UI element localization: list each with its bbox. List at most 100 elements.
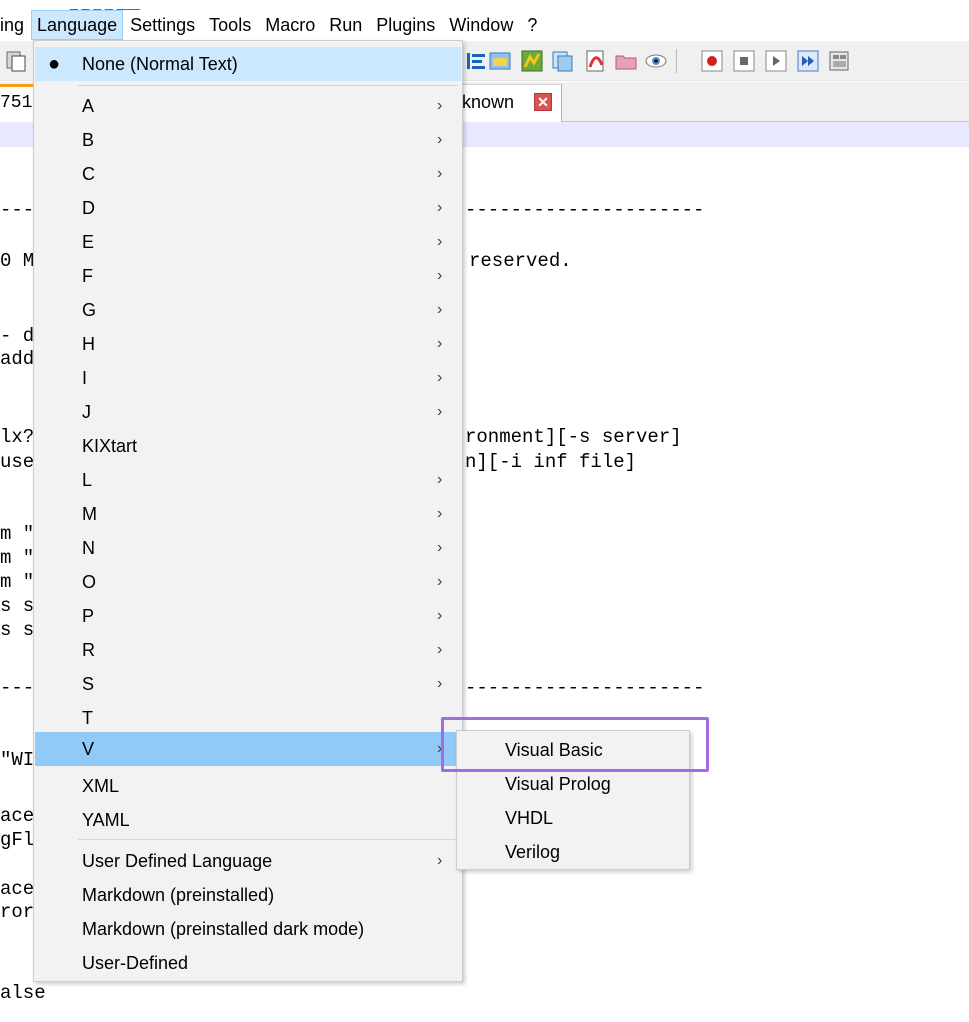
submenu-item-label: VHDL	[505, 808, 554, 828]
menu-item-label: V	[82, 739, 95, 759]
menu-window[interactable]: Window	[442, 10, 520, 40]
menu-separator	[78, 839, 458, 840]
submenu-item-visual-prolog[interactable]: Visual Prolog	[458, 767, 688, 801]
menu-item-h[interactable]: H ›	[35, 327, 461, 361]
menu-item-m[interactable]: M ›	[35, 497, 461, 531]
code-line: ---------------------	[465, 199, 705, 221]
menu-item-d[interactable]: D ›	[35, 191, 461, 225]
code-line: gFl	[0, 829, 35, 851]
submenu-arrow-icon: ›	[437, 199, 443, 216]
submenu-arrow-icon: ›	[437, 852, 443, 869]
menu-item-label: H	[82, 334, 95, 354]
code-line: 0 M	[0, 250, 35, 272]
toolbar-separator	[676, 49, 677, 73]
code-line: ronment][-s server]	[465, 426, 682, 448]
code-line: n][-i inf file]	[465, 451, 637, 473]
menu-item-f[interactable]: F ›	[35, 259, 461, 293]
submenu-item-vhdl[interactable]: VHDL	[458, 801, 688, 835]
menu-item-markdown-preinstalled[interactable]: Markdown (preinstalled)	[35, 878, 461, 912]
menu-item-n[interactable]: N ›	[35, 531, 461, 565]
submenu-arrow-icon: ›	[437, 505, 443, 522]
menu-item-i[interactable]: I ›	[35, 361, 461, 395]
menu-help[interactable]: ?	[520, 10, 544, 40]
monitoring-icon[interactable]	[584, 49, 608, 73]
code-line: ace	[0, 878, 35, 900]
folder-workspace-icon[interactable]	[550, 49, 574, 73]
indent-guide-icon[interactable]	[464, 49, 488, 73]
submenu-item-label: Visual Prolog	[505, 774, 611, 794]
menu-item-o[interactable]: O ›	[35, 565, 461, 599]
menu-item-s[interactable]: S ›	[35, 667, 461, 701]
code-line: ror	[0, 901, 35, 923]
function-list-icon[interactable]	[520, 49, 544, 73]
record-macro-icon[interactable]	[700, 49, 724, 73]
menu-item-g[interactable]: G ›	[35, 293, 461, 327]
menu-item-user-defined-language[interactable]: User Defined Language ›	[35, 844, 461, 878]
submenu-arrow-icon: ›	[437, 641, 443, 658]
menu-bar: ing Language Settings Tools Macro Run Pl…	[0, 10, 969, 40]
selected-bullet-icon: ●	[47, 53, 61, 75]
menu-item-label: YAML	[82, 810, 130, 830]
menu-settings[interactable]: Settings	[123, 10, 202, 40]
submenu-arrow-icon: ›	[437, 267, 443, 284]
menu-item-label: J	[82, 402, 91, 422]
doc-map-icon[interactable]	[488, 49, 512, 73]
menu-plugins[interactable]: Plugins	[369, 10, 442, 40]
submenu-arrow-icon: ›	[437, 301, 443, 318]
code-line: use	[0, 451, 35, 473]
menu-item-label: R	[82, 640, 95, 660]
menu-encoding[interactable]: ing	[0, 10, 31, 40]
paste-icon[interactable]	[4, 49, 28, 73]
eye-icon[interactable]	[644, 49, 668, 73]
language-menu: ● None (Normal Text) A › B › C › D › E › F › G…	[33, 40, 463, 982]
tab-file-1[interactable]: 751f	[0, 84, 43, 122]
menu-item-markdown-dark-mode[interactable]: Markdown (preinstalled dark mode)	[35, 912, 461, 946]
menu-tools[interactable]: Tools	[202, 10, 258, 40]
menu-separator	[78, 85, 458, 86]
save-macro-icon[interactable]	[828, 49, 852, 73]
menu-language[interactable]: Language	[31, 10, 124, 40]
code-line: alse	[0, 982, 46, 1004]
menu-item-e[interactable]: E ›	[35, 225, 461, 259]
menu-item-label: F	[82, 266, 93, 286]
code-line: - d	[0, 325, 35, 347]
menu-item-label: Markdown (preinstalled)	[82, 885, 275, 905]
submenu-arrow-icon: ›	[437, 369, 443, 386]
stop-recording-icon[interactable]	[732, 49, 756, 73]
code-line: m "	[0, 571, 35, 593]
menu-item-yaml[interactable]: YAML	[35, 803, 461, 837]
close-tab-icon[interactable]: ✕	[534, 93, 552, 111]
menu-item-l[interactable]: L ›	[35, 463, 461, 497]
submenu-arrow-icon: ›	[437, 573, 443, 590]
menu-item-label: B	[82, 130, 95, 150]
menu-item-a[interactable]: A ›	[35, 89, 461, 123]
code-line: add	[0, 348, 35, 370]
menu-item-label: D	[82, 198, 95, 218]
menu-item-t[interactable]: T	[35, 701, 461, 735]
menu-item-label: G	[82, 300, 97, 320]
code-line: m "	[0, 547, 35, 569]
menu-item-none-normal-text[interactable]: ● None (Normal Text)	[35, 47, 461, 81]
submenu-arrow-icon: ›	[437, 335, 443, 352]
menu-item-user-defined[interactable]: User-Defined	[35, 946, 461, 980]
menu-item-c[interactable]: C ›	[35, 157, 461, 191]
menu-item-p[interactable]: P ›	[35, 599, 461, 633]
menu-item-xml[interactable]: XML	[35, 769, 461, 803]
code-line: "WI	[0, 749, 35, 771]
submenu-item-verilog[interactable]: Verilog	[458, 835, 688, 869]
playback-icon[interactable]	[764, 49, 788, 73]
menu-item-j[interactable]: J ›	[35, 395, 461, 429]
submenu-arrow-icon: ›	[437, 607, 443, 624]
menu-run[interactable]: Run	[322, 10, 369, 40]
menu-macro[interactable]: Macro	[258, 10, 322, 40]
menu-item-label: M	[82, 504, 97, 524]
run-multiple-icon[interactable]	[796, 49, 820, 73]
folder-icon[interactable]	[614, 49, 638, 73]
menu-item-r[interactable]: R ›	[35, 633, 461, 667]
menu-item-kixtart[interactable]: KIXtart	[35, 429, 461, 463]
menu-item-v[interactable]: V ›	[35, 732, 461, 766]
menu-item-label: I	[82, 368, 88, 388]
code-line: m "	[0, 523, 35, 545]
menu-item-label: S	[82, 674, 95, 694]
menu-item-b[interactable]: B ›	[35, 123, 461, 157]
